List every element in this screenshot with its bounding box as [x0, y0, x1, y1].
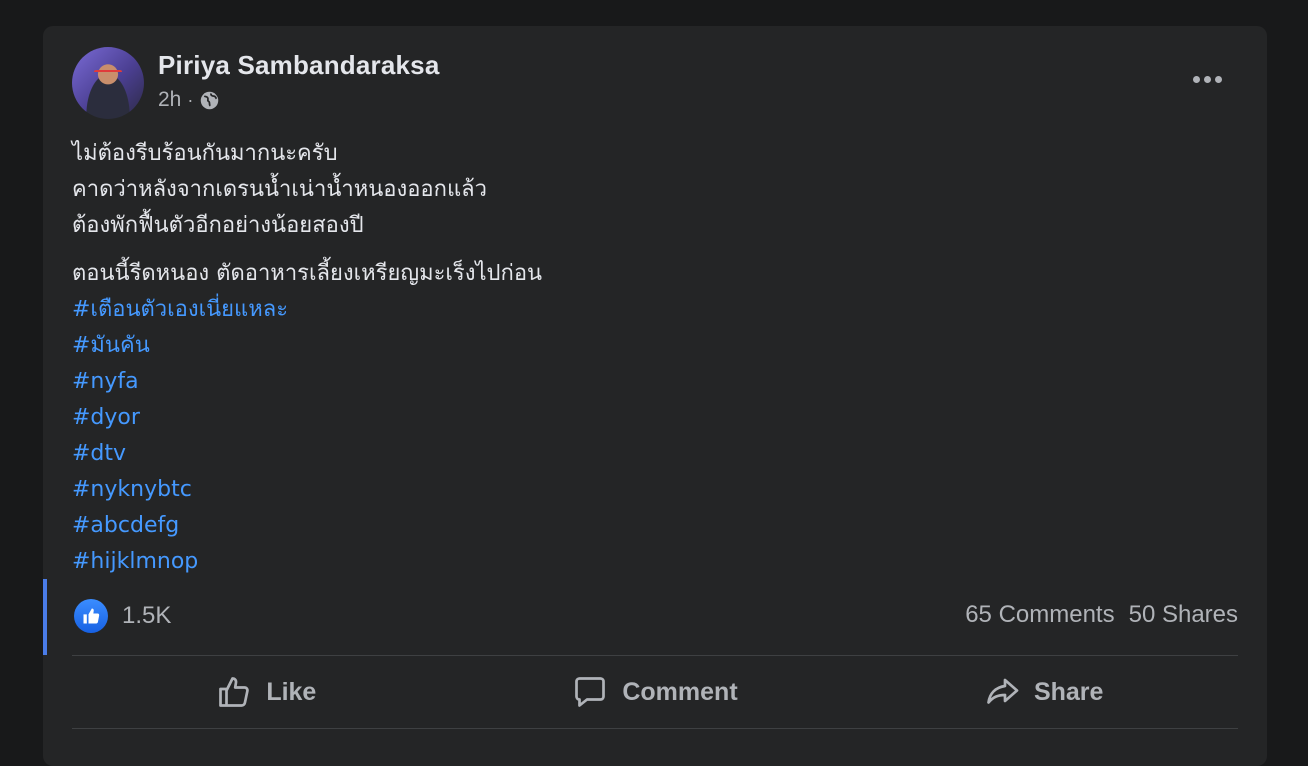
post-paragraph-1: ไม่ต้องรีบร้อนกันมากนะครับ คาดว่าหลังจาก… [72, 136, 542, 244]
author-name[interactable]: Piriya Sambandaraksa [158, 50, 440, 81]
hashtag-link[interactable]: #มันคัน [72, 328, 542, 364]
post-body: ไม่ต้องรีบร้อนกันมากนะครับ คาดว่าหลังจาก… [72, 136, 542, 580]
post-line: คาดว่าหลังจากเดรนน้ำเน่าน้ำหนองออกแล้ว [72, 177, 487, 202]
action-bar: Like Comment Share [72, 658, 1238, 726]
post-line: ตอนนี้รีดหนอง ตัดอาหารเลี้ยงเหรียญมะเร็ง… [72, 261, 543, 286]
post-paragraph-2: ตอนนี้รีดหนอง ตัดอาหารเลี้ยงเหรียญมะเร็ง… [72, 256, 542, 580]
shares-count[interactable]: 50 Shares [1129, 601, 1238, 629]
hashtag-link[interactable]: #nyknybtc [72, 472, 542, 508]
hashtag-link[interactable]: #nyfa [72, 364, 542, 400]
post-meta: 2h · [158, 88, 220, 112]
comment-button[interactable]: Comment [461, 658, 850, 726]
comments-count[interactable]: 65 Comments [965, 601, 1114, 629]
meta-separator: · [187, 89, 194, 110]
like-label: Like [266, 677, 317, 706]
share-button[interactable]: Share [849, 658, 1238, 726]
post-line: ต้องพักฟื้นตัวอีกอย่างน้อยสองปี [72, 213, 364, 238]
avatar-glasses [94, 70, 122, 76]
like-button[interactable]: Like [72, 658, 461, 726]
hashtag-link[interactable]: #dtv [72, 436, 542, 472]
divider [72, 728, 1238, 729]
share-label: Share [1033, 677, 1104, 706]
reactions-summary[interactable]: 1.5K [74, 599, 171, 633]
like-reaction-icon [74, 599, 108, 633]
hashtag-link[interactable]: #dyor [72, 400, 542, 436]
comment-label: Comment [622, 677, 738, 706]
thumbs-up-icon [219, 677, 250, 707]
focus-indicator [43, 579, 47, 655]
more-options-icon[interactable] [1187, 64, 1227, 94]
divider [72, 655, 1238, 656]
hashtag-link[interactable]: #เตือนตัวเองเนี่ยแหละ [72, 292, 542, 328]
post-line: ไม่ต้องรีบร้อนกันมากนะครับ [72, 141, 338, 166]
reaction-count: 1.5K [122, 602, 172, 629]
comment-icon [575, 677, 606, 707]
hashtag-link[interactable]: #hijklmnop [72, 544, 542, 580]
hashtag-link[interactable]: #abcdefg [72, 508, 542, 544]
share-icon [987, 678, 1019, 704]
post-time[interactable]: 2h [158, 88, 181, 112]
author-avatar[interactable] [72, 47, 144, 119]
globe-icon [201, 91, 219, 109]
engagement-counts: 65 Comments 50 Shares [965, 601, 1238, 629]
post-card: Piriya Sambandaraksa 2h · ไม่ต้องรีบร้อน… [43, 26, 1267, 766]
